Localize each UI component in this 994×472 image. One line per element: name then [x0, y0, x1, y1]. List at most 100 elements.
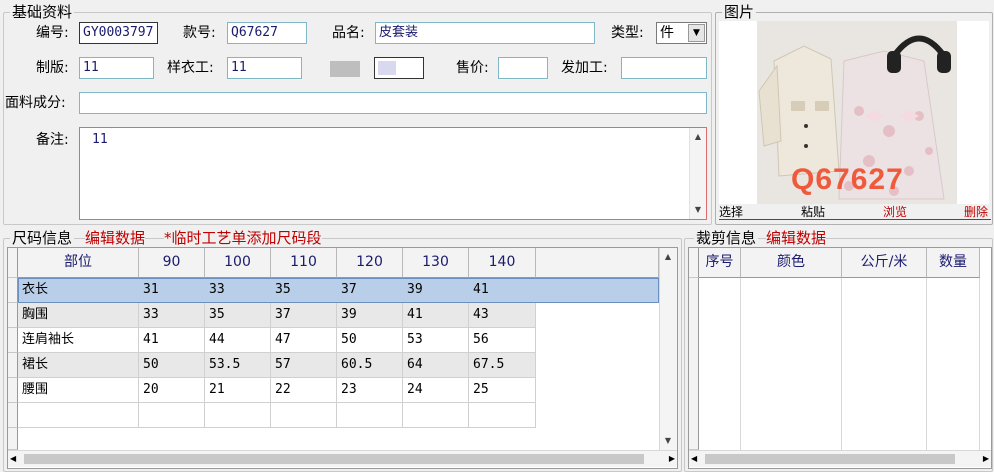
cut-col-header[interactable]: 序号	[699, 248, 741, 278]
row-indicator[interactable]	[8, 278, 18, 303]
size-cell[interactable]: 25	[469, 378, 536, 403]
scroll-right-icon[interactable]: ▶	[669, 451, 675, 467]
size-cell[interactable]: 24	[403, 378, 469, 403]
size-cell[interactable]: 50	[139, 353, 205, 378]
scroll-up-icon[interactable]: ▲	[661, 250, 675, 264]
size-cell[interactable]: 67.5	[469, 353, 536, 378]
price-field[interactable]	[498, 57, 548, 79]
size-cell[interactable]: 47	[271, 328, 337, 353]
blurred-field[interactable]	[374, 57, 424, 79]
size-cell[interactable]: 50	[337, 328, 403, 353]
size-grid[interactable]: 部位 90 100 110 120 130 140 衣长 31 33 35 37…	[7, 247, 678, 469]
size-cell[interactable]: 21	[205, 378, 271, 403]
product-name-label: 品名:	[332, 25, 365, 41]
product-name-field[interactable]: 皮套装	[375, 22, 595, 44]
size-col-header[interactable]: 部位	[18, 248, 139, 278]
size-col-header[interactable]: 90	[139, 248, 205, 278]
scroll-down-icon[interactable]: ▼	[691, 203, 705, 217]
code-label: 编号:	[36, 25, 69, 41]
empty-cell	[205, 403, 271, 428]
chevron-down-icon[interactable]: ▼	[688, 24, 705, 42]
size-grid-hscroll-thumb[interactable]	[24, 454, 644, 464]
scroll-down-icon[interactable]: ▼	[661, 434, 675, 448]
cut-col-header[interactable]: 数量	[927, 248, 980, 278]
size-cell[interactable]: 37	[337, 278, 403, 303]
cut-col-header[interactable]: 颜色	[741, 248, 842, 278]
size-cell[interactable]: 43	[469, 303, 536, 328]
size-cell[interactable]: 64	[403, 353, 469, 378]
code-field[interactable]: GY0003797	[79, 22, 158, 44]
size-cell[interactable]: 39	[403, 278, 469, 303]
scroll-right-icon[interactable]: ▶	[983, 451, 989, 467]
size-cell-part[interactable]: 裙长	[18, 353, 139, 378]
image-button-underline	[719, 219, 991, 220]
product-photo[interactable]: Q67627	[719, 21, 989, 204]
size-cell-part[interactable]: 腰围	[18, 378, 139, 403]
size-col-header[interactable]: 130	[403, 248, 469, 278]
paste-image-button[interactable]: 粘贴	[801, 205, 825, 219]
add-size-range-link[interactable]: *临时工艺单添加尺码段	[164, 230, 322, 246]
size-cell-part[interactable]: 胸围	[18, 303, 139, 328]
size-cell[interactable]: 41	[469, 278, 536, 303]
size-cell-part[interactable]: 连肩袖长	[18, 328, 139, 353]
row-indicator[interactable]	[8, 378, 18, 403]
size-grid-hscroll[interactable]: ◀ ▶	[8, 450, 677, 467]
processor-field[interactable]	[621, 57, 707, 79]
size-cell[interactable]: 35	[205, 303, 271, 328]
size-col-header[interactable]: 120	[337, 248, 403, 278]
cut-col-line	[926, 278, 927, 450]
size-cell[interactable]: 57	[271, 353, 337, 378]
cut-grid-hscroll-thumb[interactable]	[705, 454, 955, 464]
size-cell[interactable]: 56	[469, 328, 536, 353]
row-indicator[interactable]	[8, 303, 18, 328]
size-cell[interactable]: 20	[139, 378, 205, 403]
size-cell[interactable]: 35	[271, 278, 337, 303]
size-cell[interactable]: 31	[139, 278, 205, 303]
cut-col-header[interactable]: 公斤/米	[842, 248, 927, 278]
size-cell[interactable]: 39	[337, 303, 403, 328]
size-cell[interactable]: 60.5	[337, 353, 403, 378]
scroll-left-icon[interactable]: ◀	[691, 451, 697, 467]
size-edit-link[interactable]: 编辑数据	[85, 230, 146, 246]
blurred-content	[378, 61, 396, 75]
remark-text: 11	[92, 132, 108, 147]
delete-image-button[interactable]: 删除	[964, 205, 988, 219]
size-col-header-empty	[536, 248, 659, 278]
remark-scrollbar[interactable]: ▲ ▼	[689, 128, 706, 219]
size-cell[interactable]: 41	[403, 303, 469, 328]
size-col-header[interactable]: 100	[205, 248, 271, 278]
size-cell[interactable]: 41	[139, 328, 205, 353]
cut-grid[interactable]: 序号 颜色 公斤/米 数量 ◀ ▶	[688, 247, 992, 469]
cut-grid-hscroll[interactable]: ◀ ▶	[689, 450, 991, 467]
photo-overlay-code: Q67627	[791, 163, 904, 196]
size-cell[interactable]: 44	[205, 328, 271, 353]
scroll-up-icon[interactable]: ▲	[691, 130, 705, 144]
size-cell[interactable]: 22	[271, 378, 337, 403]
price-label: 售价:	[456, 60, 489, 76]
size-cell[interactable]: 23	[337, 378, 403, 403]
browse-image-button[interactable]: 浏览	[883, 205, 907, 219]
type-select[interactable]: 件 ▼	[656, 22, 707, 44]
fabric-field[interactable]	[79, 92, 707, 114]
size-grid-vscroll[interactable]: ▲ ▼	[659, 248, 677, 450]
style-field[interactable]: Q67627	[227, 22, 307, 44]
row-indicator[interactable]	[8, 328, 18, 353]
size-cell[interactable]: 53.5	[205, 353, 271, 378]
pattern-field[interactable]: 11	[79, 57, 154, 79]
remark-textarea[interactable]: 11 ▲ ▼	[79, 127, 707, 220]
size-cell[interactable]: 53	[403, 328, 469, 353]
cut-edit-link[interactable]: 编辑数据	[766, 230, 827, 246]
size-cell[interactable]: 33	[139, 303, 205, 328]
row-indicator	[8, 428, 18, 450]
scroll-left-icon[interactable]: ◀	[10, 451, 16, 467]
size-cell-part[interactable]: 衣长	[18, 278, 139, 303]
select-image-button[interactable]: 选择	[719, 205, 743, 219]
size-col-header[interactable]: 140	[469, 248, 536, 278]
remark-label: 备注:	[36, 132, 69, 148]
size-col-header[interactable]: 110	[271, 248, 337, 278]
size-cell[interactable]: 37	[271, 303, 337, 328]
row-indicator-header	[689, 248, 699, 278]
sample-worker-field[interactable]: 11	[227, 57, 302, 79]
size-cell[interactable]: 33	[205, 278, 271, 303]
row-indicator[interactable]	[8, 353, 18, 378]
